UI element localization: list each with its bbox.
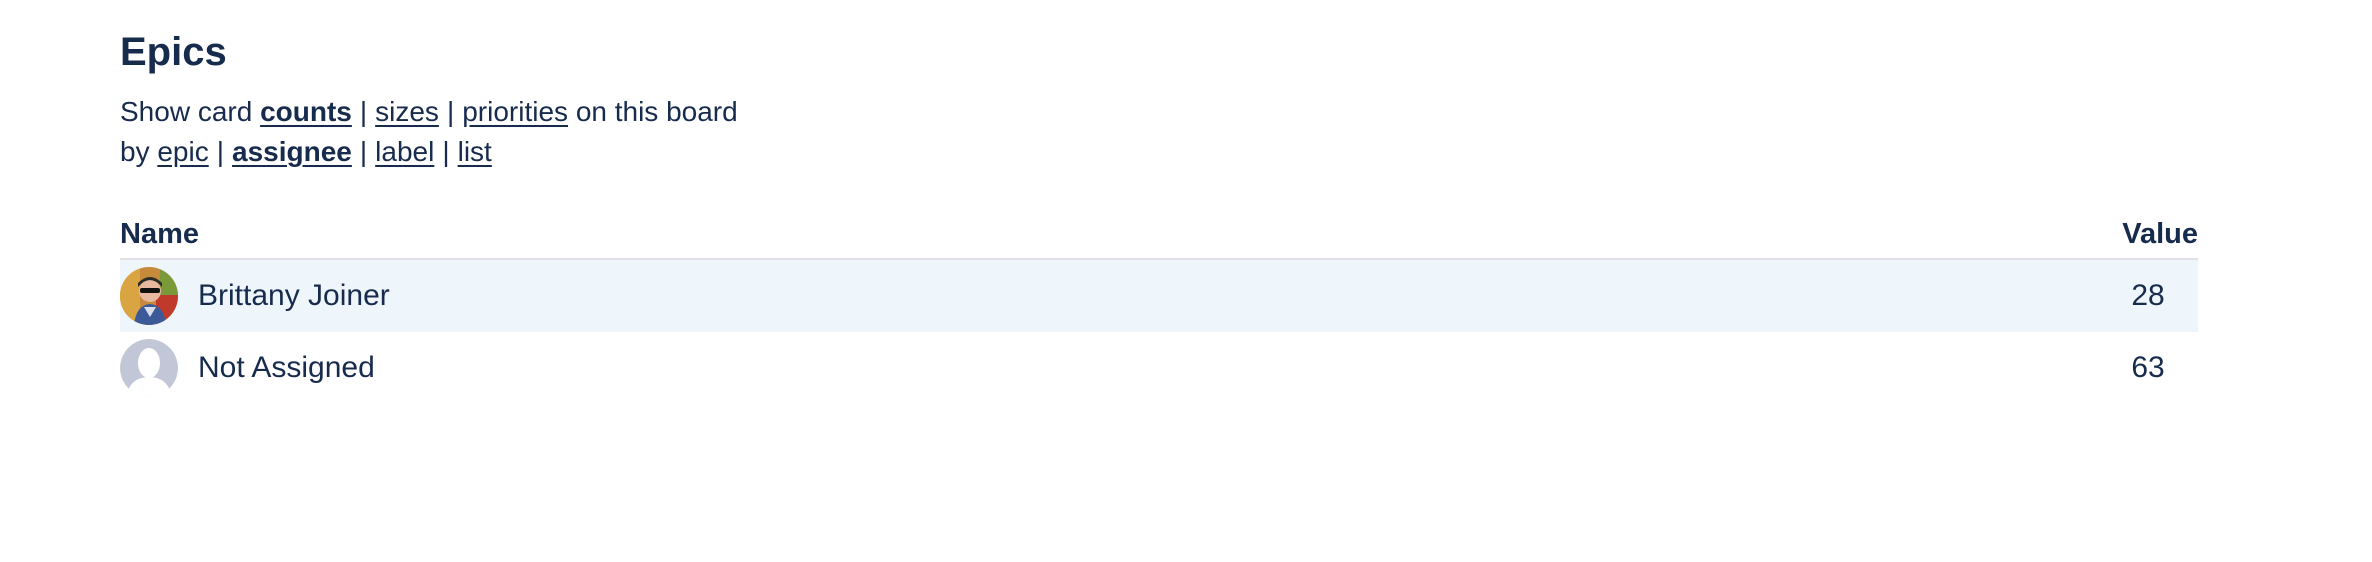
group-by-list-link[interactable]: list	[458, 136, 492, 167]
page-title: Epics	[120, 30, 227, 74]
separator: |	[359, 136, 368, 167]
separator: |	[442, 136, 450, 167]
group-by-options: by epic | assignee | label | list	[120, 132, 2198, 172]
table-row: Brittany Joiner 28	[120, 260, 2198, 332]
group-by-label-link[interactable]: label	[375, 136, 434, 167]
separator: |	[216, 136, 225, 167]
group-by-assignee-link[interactable]: assignee	[232, 136, 352, 167]
name-column-header: Name	[120, 217, 199, 250]
table-header: Name Value	[120, 210, 2198, 260]
name-cell: Not Assigned	[120, 339, 375, 397]
table-row: Not Assigned 63	[120, 332, 2198, 404]
value-cell: 28	[2131, 279, 2165, 312]
show-prefix: Show card	[120, 96, 253, 127]
show-priorities-link[interactable]: priorities	[462, 96, 568, 127]
group-by-epic-link[interactable]: epic	[157, 136, 208, 167]
assignee-table: Name Value Brittany Joiner 28 Not Assign…	[120, 210, 2198, 404]
value-cell: 63	[2131, 351, 2165, 384]
default-avatar	[120, 339, 178, 397]
value-column-header: Value	[2122, 217, 2198, 250]
separator: |	[359, 96, 368, 127]
report-panel: Epics Show card counts | sizes | priorities …	[120, 22, 2198, 404]
name-cell: Brittany Joiner	[120, 267, 390, 325]
separator: |	[446, 96, 455, 127]
show-counts-link[interactable]: counts	[260, 96, 352, 127]
assignee-name: Not Assigned	[198, 351, 375, 384]
group-by-prefix: by	[120, 136, 150, 167]
show-suffix: on this board	[575, 96, 738, 127]
user-photo-icon	[120, 267, 178, 325]
show-sizes-link[interactable]: sizes	[375, 96, 439, 127]
default-avatar-icon	[120, 339, 178, 397]
show-options: Show card counts | sizes | priorities on thi…	[120, 92, 2198, 132]
user-avatar	[120, 267, 178, 325]
assignee-name: Brittany Joiner	[198, 279, 390, 312]
